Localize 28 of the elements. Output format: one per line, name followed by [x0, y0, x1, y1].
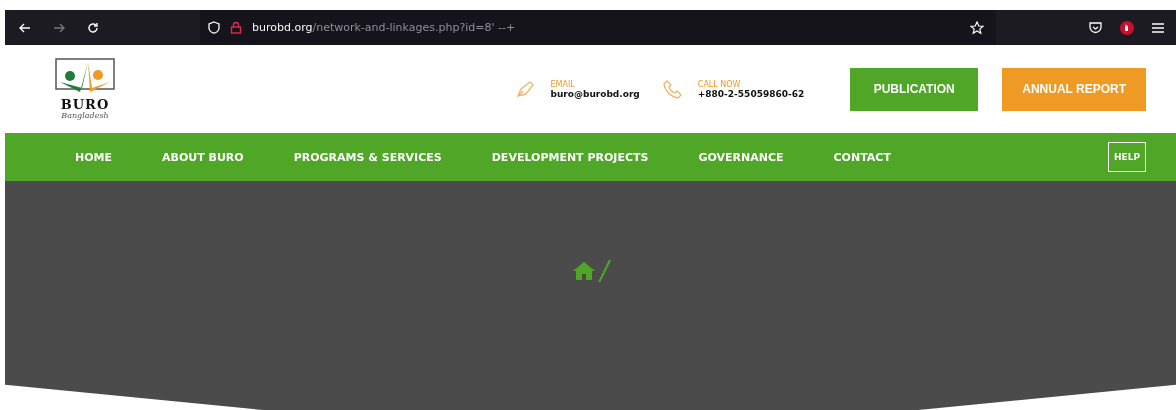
- nav-link[interactable]: HOME: [75, 150, 113, 164]
- menu-icon[interactable]: [1152, 22, 1164, 33]
- nav-link[interactable]: DEVELOPMENT PROJECTS: [491, 150, 649, 164]
- star-icon[interactable]: [970, 20, 984, 35]
- pocket-icon[interactable]: [1089, 21, 1102, 34]
- contact-label: CALL NOW: [697, 79, 742, 89]
- header-button[interactable]: ANNUAL REPORT: [1002, 67, 1146, 111]
- contact-value: +880-2-55059860-62: [697, 88, 805, 99]
- help-button[interactable]: HELP: [1108, 142, 1146, 172]
- home-icon[interactable]: [572, 260, 597, 281]
- contact-label: EMAIL: [550, 79, 576, 89]
- reload-icon[interactable]: [87, 21, 99, 34]
- phone-icon: [661, 78, 684, 100]
- forward-arrow-icon[interactable]: [53, 21, 65, 34]
- breadcrumb-separator: /: [600, 255, 609, 286]
- extension-icon[interactable]: [1120, 20, 1134, 35]
- nav-link[interactable]: CONTACT: [833, 150, 891, 164]
- contact-value: buro@burobd.org: [550, 88, 640, 99]
- shield-icon: [208, 21, 220, 34]
- url-text[interactable]: burobd.org/network-and-linkages.php?id=8' --+: [252, 21, 516, 34]
- lock-icon: [230, 21, 242, 34]
- logo-tagline: Bangladesh: [61, 111, 109, 120]
- header-button[interactable]: PUBLICATION: [850, 67, 979, 111]
- logo-name: BURO: [60, 98, 110, 111]
- back-arrow-icon[interactable]: [19, 21, 31, 34]
- nav-link[interactable]: ABOUT BURO: [162, 150, 244, 164]
- nav-link[interactable]: GOVERNANCE: [698, 150, 784, 164]
- nav-link[interactable]: PROGRAMS & SERVICES: [293, 150, 442, 164]
